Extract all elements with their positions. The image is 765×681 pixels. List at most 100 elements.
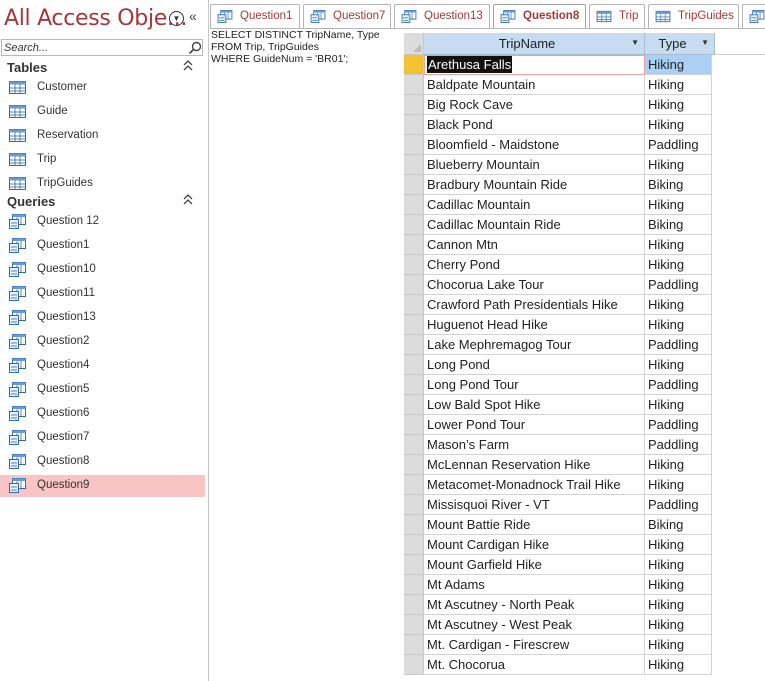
nav-item-question2[interactable]: Question2 xyxy=(0,331,205,353)
tab-question7[interactable]: Question7 xyxy=(303,4,391,28)
cell-type[interactable]: Hiking xyxy=(645,355,712,375)
nav-item-guide[interactable]: Guide xyxy=(0,101,205,123)
cell-tripname[interactable]: Low Bald Spot Hike xyxy=(424,395,645,415)
cell-type[interactable]: Hiking xyxy=(645,455,712,475)
cell-tripname[interactable]: Bradbury Mountain Ride xyxy=(424,175,645,195)
record-selector[interactable] xyxy=(404,135,424,155)
tab-question8[interactable]: Question8 xyxy=(493,4,586,28)
cell-type[interactable]: Hiking xyxy=(645,655,712,675)
table-row[interactable]: Mason’s Farm Paddling xyxy=(404,435,715,455)
cell-type[interactable]: Paddling xyxy=(645,495,712,515)
tab-question1[interactable]: Question1 xyxy=(210,4,300,28)
cell-tripname[interactable]: Arethusa Falls xyxy=(424,55,645,75)
record-selector[interactable] xyxy=(404,575,424,595)
record-selector[interactable] xyxy=(404,55,424,75)
record-selector[interactable] xyxy=(404,395,424,415)
cell-type[interactable]: Hiking xyxy=(645,635,712,655)
record-selector[interactable] xyxy=(404,355,424,375)
table-row[interactable]: Cadillac Mountain Hiking xyxy=(404,195,715,215)
cell-type[interactable]: Hiking xyxy=(645,155,712,175)
table-row[interactable]: Mt Ascutney - North Peak Hiking xyxy=(404,595,715,615)
table-row[interactable]: Long Pond Hiking xyxy=(404,355,715,375)
cell-tripname[interactable]: Missisquoi River - VT xyxy=(424,495,645,515)
cell-tripname[interactable]: Mt. Chocorua xyxy=(424,655,645,675)
cell-tripname[interactable]: Big Rock Cave xyxy=(424,95,645,115)
record-selector[interactable] xyxy=(404,255,424,275)
table-row[interactable]: Mt Ascutney - West Peak Hiking xyxy=(404,615,715,635)
collapse-chevron-icon[interactable] xyxy=(183,59,193,77)
sort-filter-arrow-icon[interactable]: ▼ xyxy=(701,38,709,47)
cell-type[interactable]: Hiking xyxy=(645,195,712,215)
tab-tripguides[interactable]: TripGuides xyxy=(648,4,739,28)
table-row[interactable]: Huguenot Head Hike Hiking xyxy=(404,315,715,335)
nav-item-question10[interactable]: Question10 xyxy=(0,259,205,281)
record-selector[interactable] xyxy=(404,435,424,455)
cell-type[interactable]: Hiking xyxy=(645,95,712,115)
cell-tripname[interactable]: Blueberry Mountain xyxy=(424,155,645,175)
cell-tripname[interactable]: Cherry Pond xyxy=(424,255,645,275)
record-selector[interactable] xyxy=(404,335,424,355)
nav-title[interactable]: All Access Obje... xyxy=(4,6,187,31)
table-row[interactable]: Blueberry Mountain Hiking xyxy=(404,155,715,175)
cell-tripname[interactable]: Cadillac Mountain xyxy=(424,195,645,215)
cell-type[interactable]: Hiking xyxy=(645,235,712,255)
cell-tripname[interactable]: Bloomfield - Maidstone xyxy=(424,135,645,155)
cell-type[interactable]: Hiking xyxy=(645,115,712,135)
cell-type[interactable]: Hiking xyxy=(645,315,712,335)
cell-tripname[interactable]: Metacomet-Monadnock Trail Hike xyxy=(424,475,645,495)
record-selector[interactable] xyxy=(404,375,424,395)
cell-tripname[interactable]: Black Pond xyxy=(424,115,645,135)
cell-type[interactable]: Paddling xyxy=(645,435,712,455)
cell-tripname[interactable]: Lake Mephremagog Tour xyxy=(424,335,645,355)
cell-type[interactable]: Biking xyxy=(645,515,712,535)
record-selector[interactable] xyxy=(404,315,424,335)
record-selector[interactable] xyxy=(404,235,424,255)
cell-type[interactable]: Paddling xyxy=(645,135,712,155)
nav-item-question1[interactable]: Question1 xyxy=(0,235,205,257)
cell-tripname[interactable]: Mount Garfield Hike xyxy=(424,555,645,575)
cell-type[interactable]: Hiking xyxy=(645,615,712,635)
column-header-type[interactable]: Type ▼ xyxy=(645,33,715,55)
record-selector[interactable] xyxy=(404,555,424,575)
table-row[interactable]: Arethusa Falls Hiking xyxy=(404,55,715,75)
nav-item-question6[interactable]: Question6 xyxy=(0,403,205,425)
table-row[interactable]: Baldpate Mountain Hiking xyxy=(404,75,715,95)
table-row[interactable]: Low Bald Spot Hike Hiking xyxy=(404,395,715,415)
record-selector[interactable] xyxy=(404,215,424,235)
record-selector[interactable] xyxy=(404,455,424,475)
cell-tripname[interactable]: Mount Battie Ride xyxy=(424,515,645,535)
select-all-corner[interactable] xyxy=(404,33,424,55)
nav-item-question-12[interactable]: Question 12 xyxy=(0,211,205,233)
table-row[interactable]: Mt. Chocorua Hiking xyxy=(404,655,715,675)
table-row[interactable]: Missisquoi River - VT Paddling xyxy=(404,495,715,515)
record-selector[interactable] xyxy=(404,155,424,175)
nav-group-tables[interactable]: Tables xyxy=(0,58,205,78)
nav-item-question4[interactable]: Question4 xyxy=(0,355,205,377)
table-row[interactable]: McLennan Reservation Hike Hiking xyxy=(404,455,715,475)
cell-type[interactable]: Hiking xyxy=(645,295,712,315)
record-selector[interactable] xyxy=(404,275,424,295)
nav-item-question11[interactable]: Question11 xyxy=(0,283,205,305)
cell-type[interactable]: Paddling xyxy=(645,415,712,435)
cell-type[interactable]: Hiking xyxy=(645,595,712,615)
cell-type[interactable]: Hiking xyxy=(645,555,712,575)
table-row[interactable]: Crawford Path Presidentials Hike Hiking xyxy=(404,295,715,315)
table-row[interactable]: Cadillac Mountain Ride Biking xyxy=(404,215,715,235)
record-selector[interactable] xyxy=(404,415,424,435)
record-selector[interactable] xyxy=(404,595,424,615)
tab-question13[interactable]: Question13 xyxy=(394,4,490,28)
table-row[interactable]: Big Rock Cave Hiking xyxy=(404,95,715,115)
table-row[interactable]: Chocorua Lake Tour Paddling xyxy=(404,275,715,295)
sort-filter-arrow-icon[interactable]: ▼ xyxy=(631,38,639,47)
table-row[interactable]: Mount Garfield Hike Hiking xyxy=(404,555,715,575)
record-selector[interactable] xyxy=(404,115,424,135)
cell-type[interactable]: Hiking xyxy=(645,255,712,275)
search-input[interactable] xyxy=(4,40,184,55)
pane-divider[interactable] xyxy=(208,0,209,681)
record-selector[interactable] xyxy=(404,535,424,555)
record-selector[interactable] xyxy=(404,635,424,655)
cell-tripname[interactable]: Cadillac Mountain Ride xyxy=(424,215,645,235)
cell-type[interactable]: Hiking xyxy=(645,75,712,95)
nav-item-question13[interactable]: Question13 xyxy=(0,307,205,329)
cell-type[interactable]: Biking xyxy=(645,175,712,195)
